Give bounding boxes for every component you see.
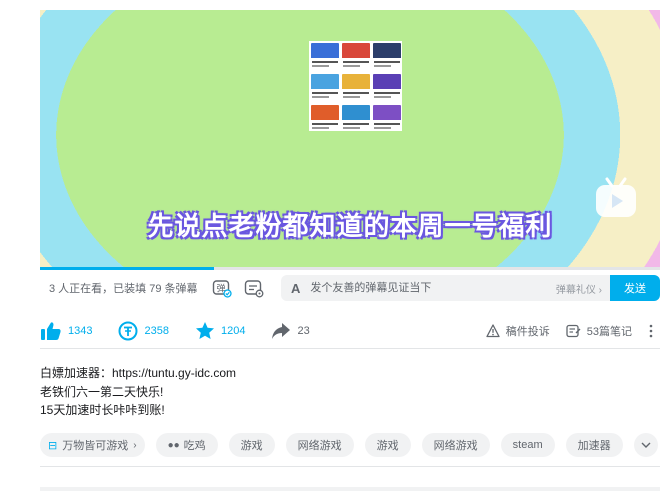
tag-item[interactable]: 游戏 xyxy=(228,433,275,457)
video-subtitle: 先说点老粉都知道的本周一号福利 xyxy=(147,212,553,242)
cluster-icon: ●● xyxy=(167,439,180,451)
star-icon xyxy=(195,322,214,339)
danmaku-settings-icon[interactable] xyxy=(243,277,265,299)
thumbnail-caption xyxy=(312,127,329,129)
tag-topic[interactable]: ⊟ 万物皆可游戏 › xyxy=(40,433,145,457)
tag-item[interactable]: 加速器 xyxy=(565,433,623,457)
like-count: 1343 xyxy=(68,325,93,337)
report-button[interactable]: 稿件投诉 xyxy=(486,323,550,339)
video-thumbnail xyxy=(342,105,370,133)
description-line: 15天加速时长咔咔到账! xyxy=(40,403,165,417)
thumbnail-caption xyxy=(374,96,391,98)
tag-item[interactable]: 网络游戏 xyxy=(421,433,490,457)
thumbnail-caption xyxy=(374,65,391,67)
share-count: 23 xyxy=(297,325,310,337)
video-progress-bar[interactable] xyxy=(40,267,660,270)
favorite-button[interactable]: 1204 xyxy=(195,321,245,341)
bilibili-tv-icon xyxy=(593,177,639,219)
video-toolbar: 1343 2358 1204 23 稿件投诉 53篇笔记 xyxy=(40,314,660,349)
coin-icon xyxy=(118,321,138,341)
report-label: 稿件投诉 xyxy=(505,326,550,338)
thumbnail-image xyxy=(311,105,339,120)
more-options-button[interactable] xyxy=(648,324,660,338)
thumbnail-image xyxy=(311,74,339,89)
tag-item[interactable]: ●● 吃鸡 xyxy=(155,433,218,457)
like-button[interactable]: 1343 xyxy=(40,321,92,341)
video-thumbnail xyxy=(373,74,401,102)
video-thumbnail xyxy=(342,74,370,102)
font-style-icon[interactable]: A xyxy=(291,281,300,296)
thumbnail-caption xyxy=(312,92,338,94)
tag-label: 吃鸡 xyxy=(183,440,206,452)
danmaku-input-box: A 弹幕礼仪 › xyxy=(281,275,610,301)
tag-item[interactable]: 网络游戏 xyxy=(285,433,354,457)
thumbnail-caption xyxy=(343,127,360,129)
description-line: 白嫖加速器：https://tuntu.gy-idc.com xyxy=(40,366,237,380)
coin-count: 2358 xyxy=(144,325,169,337)
video-thumbnail xyxy=(373,105,401,133)
thumbs-up-icon xyxy=(41,322,61,340)
description-line: 老铁们六一第二天快乐! xyxy=(40,384,164,399)
thumbnail-image xyxy=(342,43,370,58)
thumbnail-caption xyxy=(312,96,329,98)
thumbnail-caption xyxy=(343,96,360,98)
tag-item[interactable]: steam xyxy=(500,433,555,457)
thumbnail-image xyxy=(373,43,401,58)
more-vertical-icon xyxy=(649,324,653,338)
divider xyxy=(40,466,660,467)
video-thumbnail xyxy=(311,74,339,102)
next-section-edge xyxy=(40,487,660,491)
thumbnail-image xyxy=(373,105,401,120)
tag-item[interactable]: 游戏 xyxy=(364,433,411,457)
notes-label: 53篇笔记 xyxy=(586,326,632,338)
video-description: 白嫖加速器：https://tuntu.gy-idc.com 老铁们六一第二天快… xyxy=(40,364,236,420)
coin-button[interactable]: 2358 xyxy=(118,321,169,341)
topic-icon: ⊟ xyxy=(48,439,58,452)
thumbnail-caption xyxy=(374,123,400,125)
thumbnail-caption xyxy=(343,65,360,67)
tag-list: ⊟ 万物皆可游戏 › ●● 吃鸡 游戏 网络游戏 游戏 网络游戏 steam 加… xyxy=(40,433,660,457)
thumbnail-image xyxy=(342,74,370,89)
chevron-down-icon xyxy=(641,442,651,448)
danmaku-toggle-icon[interactable]: 弹 xyxy=(211,277,233,299)
note-icon xyxy=(566,324,581,338)
chevron-right-icon: › xyxy=(133,439,137,451)
expand-tags-button[interactable] xyxy=(633,433,658,457)
danmaku-etiquette-link[interactable]: 弹幕礼仪 › xyxy=(556,281,602,296)
video-progress-fill xyxy=(40,267,214,270)
thumbnail-caption xyxy=(374,127,391,129)
thumbnail-caption xyxy=(312,65,329,67)
video-thumbnail xyxy=(373,43,401,71)
thumbnail-caption xyxy=(312,61,338,63)
thumbnail-image xyxy=(373,74,401,89)
toolbar-right: 稿件投诉 53篇笔记 xyxy=(486,323,660,339)
video-thumbnail xyxy=(311,105,339,133)
video-thumbnail xyxy=(311,43,339,71)
thumbnail-image xyxy=(342,105,370,120)
video-thumbnail xyxy=(342,43,370,71)
share-button[interactable]: 23 xyxy=(271,322,310,340)
danmaku-bar: 3 人正在看，已装填 79 条弹幕 弹 A 弹幕礼仪 › 发送 xyxy=(40,271,660,305)
favorite-count: 1204 xyxy=(220,325,246,337)
thumbnail-image xyxy=(311,43,339,58)
warning-icon xyxy=(486,324,500,338)
thumbnail-caption xyxy=(343,123,369,125)
send-button[interactable]: 发送 xyxy=(610,275,660,301)
thumbnail-caption xyxy=(312,123,338,125)
share-arrow-icon xyxy=(272,323,291,339)
notes-button[interactable]: 53篇笔记 xyxy=(566,323,632,339)
thumbnail-grid xyxy=(309,41,402,131)
thumbnail-caption xyxy=(343,61,369,63)
tag-label: 万物皆可游戏 xyxy=(62,440,129,452)
video-player[interactable]: 先说点老粉都知道的本周一号福利 xyxy=(40,10,660,268)
thumbnail-caption xyxy=(374,92,400,94)
thumbnail-caption xyxy=(374,61,400,63)
danmaku-stats: 3 人正在看，已装填 79 条弹幕 xyxy=(49,283,198,295)
danmaku-input[interactable] xyxy=(308,281,563,295)
thumbnail-caption xyxy=(343,92,369,94)
